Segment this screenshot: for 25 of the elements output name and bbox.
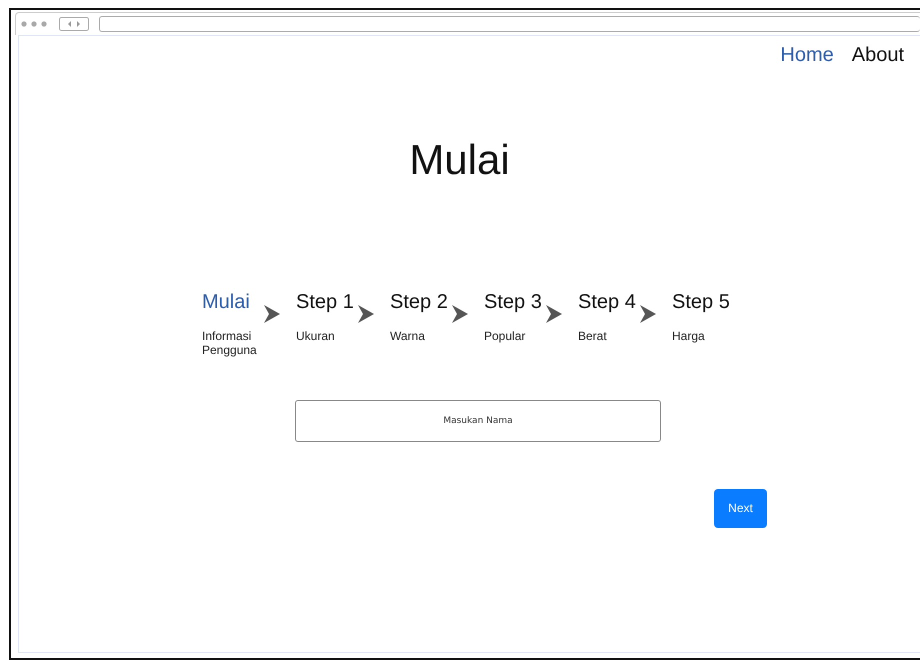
step-title[interactable]: Step 2 — [390, 291, 452, 314]
page-title: Mulai — [408, 135, 511, 185]
step-caption: Harga — [672, 330, 706, 344]
chevron-arrow-icon — [264, 305, 280, 324]
next-button[interactable]: Next — [714, 488, 767, 528]
address-bar[interactable] — [99, 16, 920, 32]
name-input-field[interactable]: Masukan Nama — [295, 400, 661, 442]
chevron-arrow-icon — [452, 305, 468, 324]
step-caption: Informasi Pengguna — [202, 330, 258, 358]
step-caption: Popular — [484, 330, 526, 344]
step-title[interactable]: Mulai — [202, 291, 264, 314]
nav-link[interactable]: Home — [780, 44, 834, 67]
step-caption: Ukuran — [296, 330, 336, 344]
chevron-arrow-icon — [358, 305, 374, 324]
step-title[interactable]: Step 5 — [672, 291, 734, 314]
step-title[interactable]: Step 1 — [296, 291, 358, 314]
back-forward-icon[interactable] — [59, 17, 89, 31]
step-caption: Berat — [578, 330, 608, 344]
nav-link[interactable]: About — [852, 44, 904, 67]
step-title[interactable]: Step 3 — [484, 291, 546, 314]
chevron-arrow-icon — [546, 305, 562, 324]
step-title[interactable]: Step 4 — [578, 291, 640, 314]
window-dots-icon — [21, 21, 49, 27]
chevron-arrow-icon — [640, 305, 656, 324]
step-caption: Warna — [390, 330, 426, 344]
